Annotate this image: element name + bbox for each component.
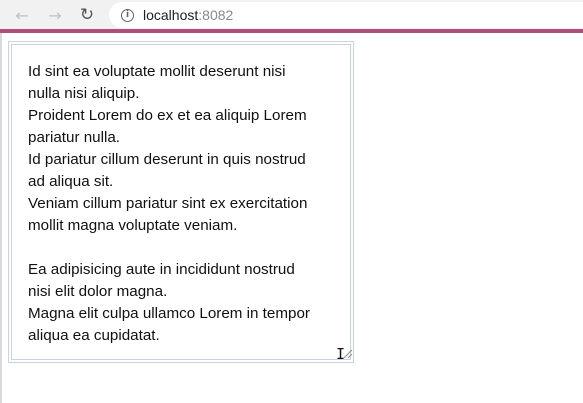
arrow-left-icon: ← — [15, 5, 29, 25]
textarea-line: Magna elit culpa ullamco Lorem in tempor — [28, 305, 310, 322]
reload-icon: ↻ — [79, 5, 95, 25]
reload-button[interactable]: ↻ — [77, 4, 97, 26]
textarea-line: nulla nisi aliquip. — [28, 85, 140, 102]
url-host: localhost — [143, 7, 199, 23]
info-circle-icon[interactable]: i — [121, 8, 134, 22]
textarea-line: pariatur nulla. — [28, 129, 121, 146]
textarea-line: Id sint ea voluptate mollit deserunt nis… — [28, 63, 286, 80]
address-bar[interactable]: i localhost:8082 — [109, 2, 583, 28]
textarea-line — [28, 237, 348, 259]
textarea-line: aliqua ea cupidatat. — [28, 327, 160, 344]
textarea-line: Ea adipisicing aute in incididunt nostru… — [28, 261, 295, 278]
arrow-right-icon: → — [48, 5, 62, 25]
textarea-line: nisi elit dolor magna. — [28, 283, 168, 300]
textarea-line: ad aliqua sit. — [28, 173, 114, 190]
window-edge — [0, 33, 2, 403]
back-button[interactable]: ← — [12, 4, 32, 26]
url-text: localhost:8082 — [143, 7, 233, 23]
textarea-line: Veniam cillum pariatur sint ex exercitat… — [28, 195, 308, 212]
textarea-line: mollit magna voluptate veniam. — [28, 217, 238, 234]
text-cursor-icon: I — [336, 345, 346, 363]
textarea-content[interactable]: Id sint ea voluptate mollit deserunt nis… — [28, 61, 348, 347]
forward-button[interactable]: → — [45, 4, 65, 26]
textarea-line: Id pariatur cillum deserunt in quis nost… — [28, 151, 306, 168]
browser-accent-bar — [0, 29, 583, 33]
url-port: :8082 — [198, 7, 234, 23]
browser-toolbar: ← → ↻ i localhost:8082 — [0, 0, 583, 29]
textarea-line: Proident Lorem do ex et ea aliquip Lorem — [28, 107, 307, 124]
